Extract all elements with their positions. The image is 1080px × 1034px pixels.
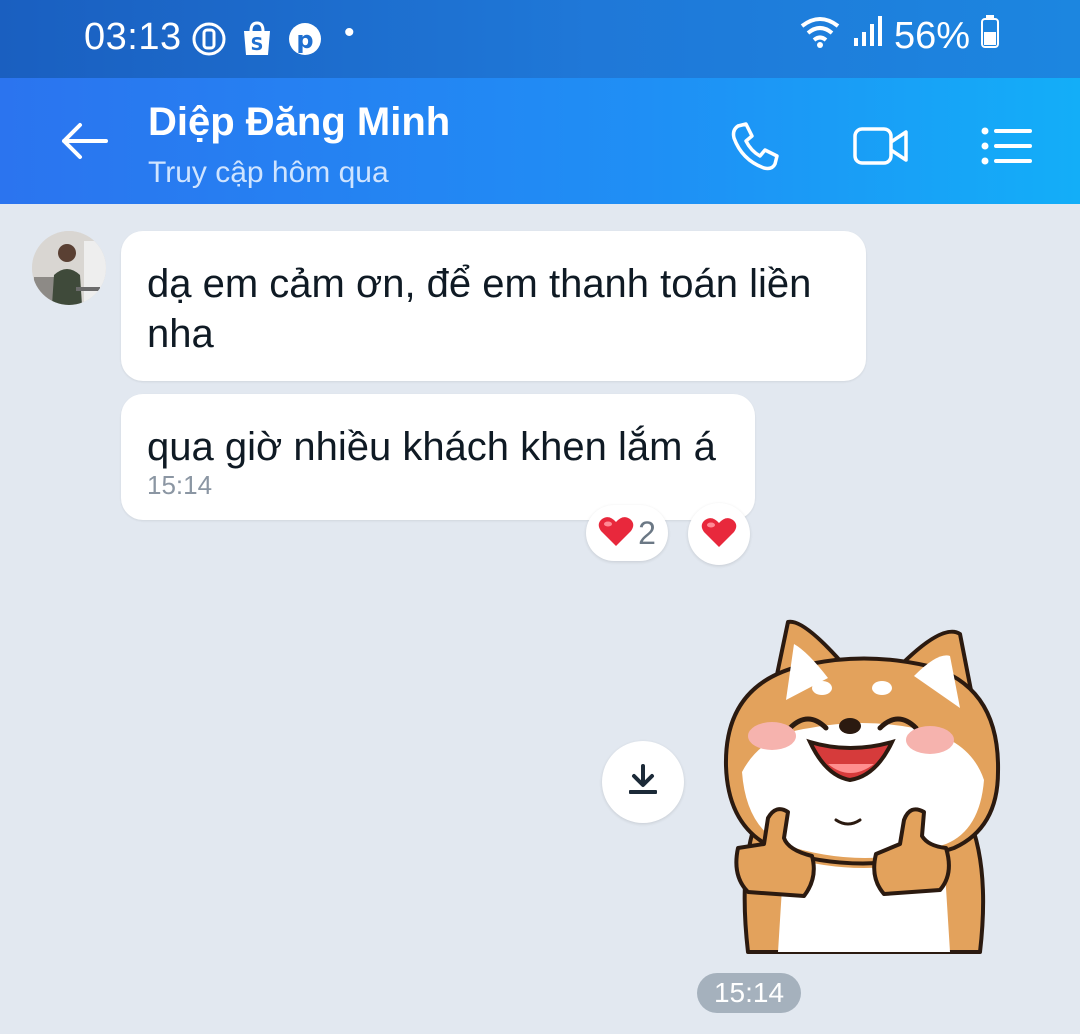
menu-list-icon[interactable] [980,120,1036,170]
video-call-icon[interactable] [852,120,908,170]
pin-icon [190,20,228,58]
heart-icon [701,516,737,553]
reaction-summary[interactable]: 2 [586,505,668,561]
back-arrow-icon[interactable] [56,118,112,164]
contact-name[interactable]: Diệp Đăng Minh [148,100,450,145]
pinterest-icon: p [286,20,324,58]
status-bar: 03:13 S p • 56% [0,0,1080,78]
message-time: 15:14 [147,470,213,500]
react-button[interactable] [688,503,750,565]
download-icon [625,762,661,803]
svg-text:S: S [251,34,264,55]
signal-icon [852,14,884,58]
shopee-icon: S [238,20,276,58]
shiba-sticker[interactable] [718,616,1002,956]
phone-icon[interactable] [726,120,782,171]
heart-icon [598,515,634,552]
message-text: dạ em cảm ơn, để em thanh toán liền nha [147,262,812,356]
download-sticker-button[interactable] [602,741,684,823]
last-seen-status: Truy cập hôm qua [148,156,389,189]
chat-header: Diệp Đăng Minh Truy cập hôm qua [0,78,1080,204]
status-time: 03:13 [84,16,182,58]
message-text: qua giờ nhiều khách khen lắm á [147,425,716,469]
message-bubble[interactable]: dạ em cảm ơn, để em thanh toán liền nha [121,231,866,381]
message-bubble[interactable]: qua giờ nhiều khách khen lắm á 15:14 [121,394,755,520]
svg-text:p: p [296,26,313,54]
notification-dot-icon: • [344,16,355,49]
contact-avatar[interactable] [32,231,106,305]
reaction-count: 2 [638,514,656,551]
battery-icon [980,14,1000,58]
wifi-icon [798,14,842,58]
battery-level: 56% [893,14,970,57]
message-time: 15:14 [697,973,801,1013]
